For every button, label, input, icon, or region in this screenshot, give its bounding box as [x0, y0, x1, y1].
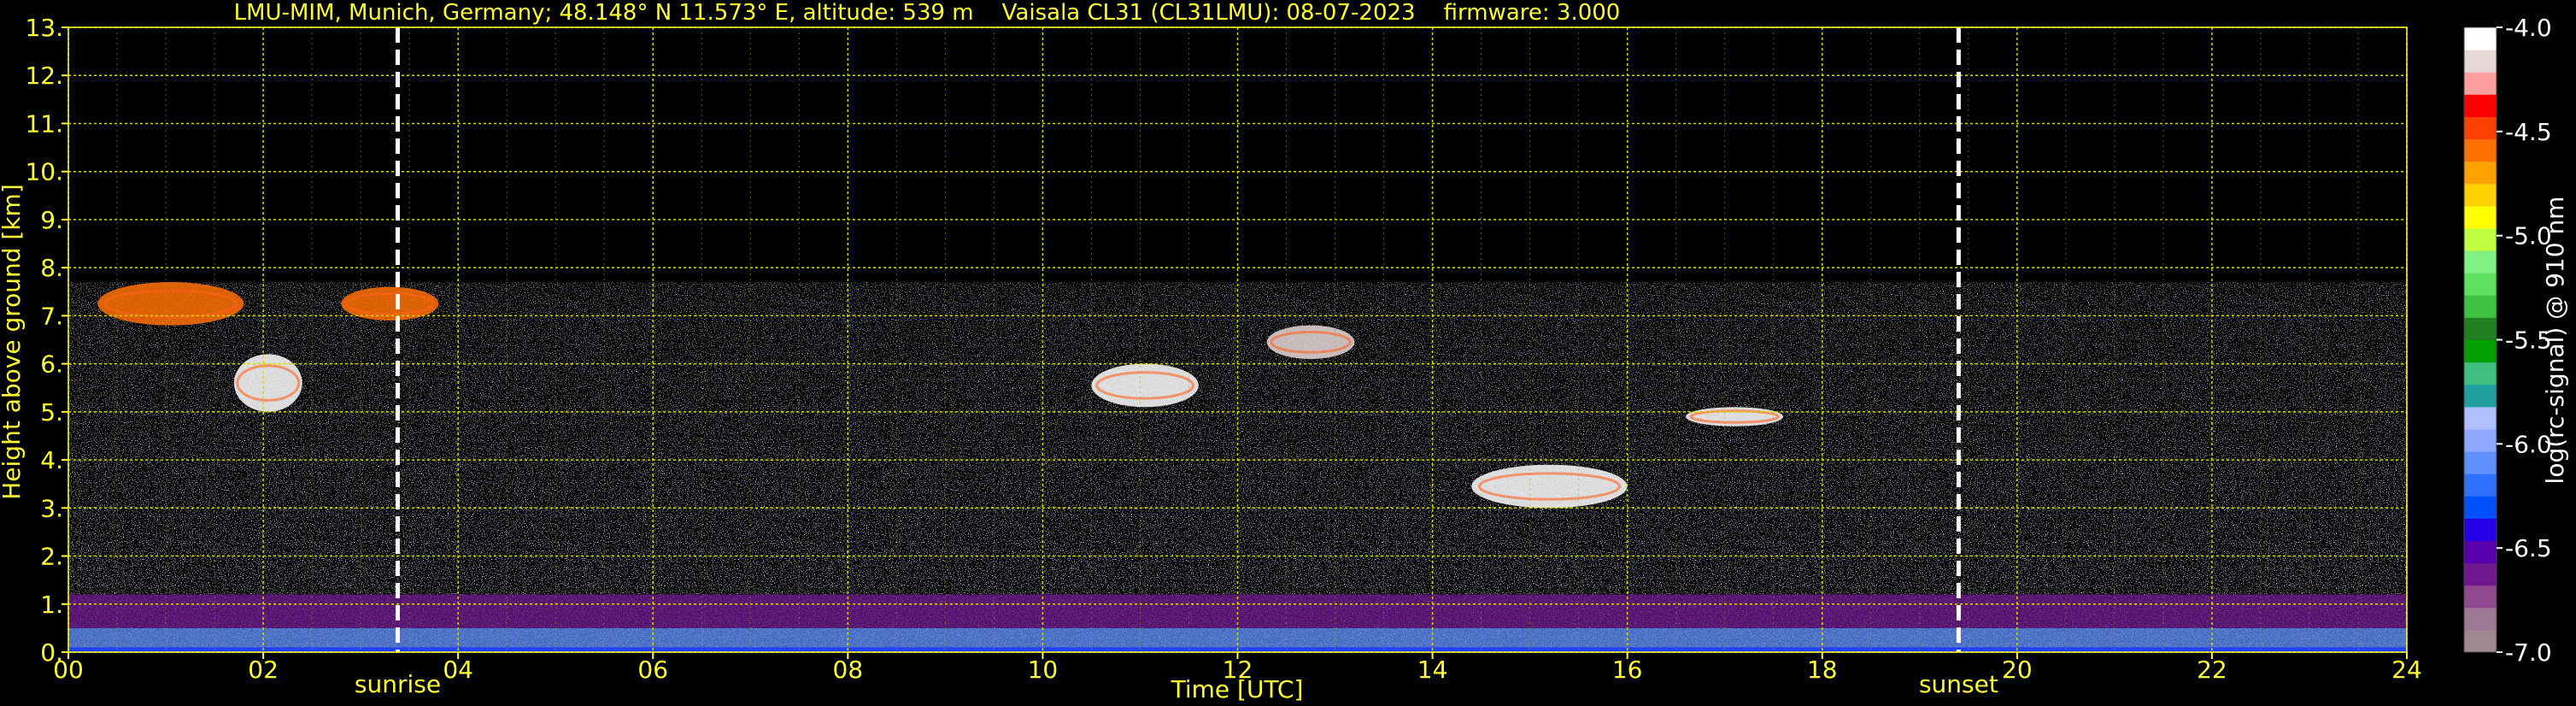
colorbar-segment [2464, 629, 2497, 653]
y-tick-label: 7. [40, 302, 63, 330]
y-axis-label: Height above ground [km] [0, 184, 26, 500]
cloud-feature-0 [97, 282, 244, 326]
x-tick-label: 14 [1417, 656, 1448, 684]
y-tick-label: 0. [40, 638, 63, 667]
colorbar-segment [2464, 317, 2497, 340]
x-tick-label: 24 [2391, 656, 2422, 684]
colorbar-segment [2464, 27, 2497, 50]
y-tick-label: 4. [40, 446, 63, 474]
colorbar-segment [2464, 540, 2497, 564]
colorbar-segment [2464, 295, 2497, 318]
y-tick-label: 2. [40, 543, 63, 571]
colorbar-segment [2464, 161, 2497, 185]
x-tick-label: 06 [637, 656, 668, 684]
x-tick-label: 04 [443, 656, 473, 684]
colorbar-tick-label: -7.0 [2505, 638, 2552, 667]
colorbar-tick-label: -4.5 [2505, 118, 2552, 146]
colorbar-segment [2464, 205, 2497, 229]
x-tick-label: 22 [2197, 656, 2227, 684]
cloud-feature-1 [233, 354, 302, 412]
colorbar-segment [2464, 451, 2497, 474]
colorbar-segment [2464, 339, 2497, 363]
y-tick-label: 9. [40, 206, 63, 234]
colorbar-segment [2464, 585, 2497, 609]
colorbar-label: log(rc-signal) @ 910 nm [2541, 197, 2569, 485]
x-tick-label: 18 [1807, 656, 1838, 684]
y-tick-label: 11. [25, 109, 63, 138]
colorbar-segment [2464, 496, 2497, 519]
colorbar-tick-label: -4.0 [2505, 14, 2552, 42]
y-tick-label: 5. [40, 398, 63, 427]
colorbar-segment [2464, 384, 2497, 408]
colorbar-segment [2464, 50, 2497, 73]
cloud-feature-3 [1091, 363, 1199, 408]
ceilometer-chart: sunrise sunset 00 02 04 06 08 10 12 14 16 18 20 22 24… [0, 0, 2569, 703]
y-tick-label: 10. [25, 158, 63, 186]
sunset-label: sunset [1919, 670, 1998, 698]
colorbar-segment [2464, 362, 2497, 385]
colorbar-segment [2464, 227, 2497, 251]
colorbar-segment [2464, 94, 2497, 117]
cloud-feature-4 [1266, 325, 1355, 359]
x-tick-label: 10 [1028, 656, 1059, 684]
x-tick-label: 16 [1612, 656, 1643, 684]
colorbar-segment [2464, 474, 2497, 497]
colorbar: -4.0-4.5-5.0-5.5-6.0-6.5-7.0 [2463, 14, 2552, 667]
colorbar-segment [2464, 607, 2497, 631]
colorbar-segment [2464, 428, 2497, 452]
colorbar-segment [2464, 562, 2497, 586]
y-tick-label: 8. [40, 254, 63, 282]
y-tick-label: 3. [40, 494, 63, 522]
x-tick-label: 20 [2002, 656, 2033, 684]
colorbar-segment [2464, 250, 2497, 274]
y-tick-label: 6. [40, 350, 63, 379]
cloud-feature-5 [1471, 464, 1628, 509]
colorbar-segment [2464, 406, 2497, 430]
colorbar-segment [2464, 72, 2497, 95]
sunrise-label: sunrise [355, 670, 441, 698]
x-axis-label: Time [UTC] [1171, 675, 1304, 703]
y-tick-label: 12. [25, 62, 63, 90]
colorbar-tick-label: -6.5 [2505, 534, 2552, 562]
x-tick-label: 02 [248, 656, 279, 684]
x-tick-label: 08 [833, 656, 864, 684]
colorbar-segment [2464, 183, 2497, 207]
y-tick-label: 1. [40, 591, 63, 619]
chart-title: LMU-MIM, Munich, Germany; 48.148° N 11.5… [234, 0, 1621, 26]
y-tick-label: 13. [25, 14, 63, 42]
colorbar-segment [2464, 116, 2497, 140]
colorbar-segment [2464, 273, 2497, 296]
colorbar-segment [2464, 138, 2497, 162]
colorbar-segment [2464, 518, 2497, 541]
